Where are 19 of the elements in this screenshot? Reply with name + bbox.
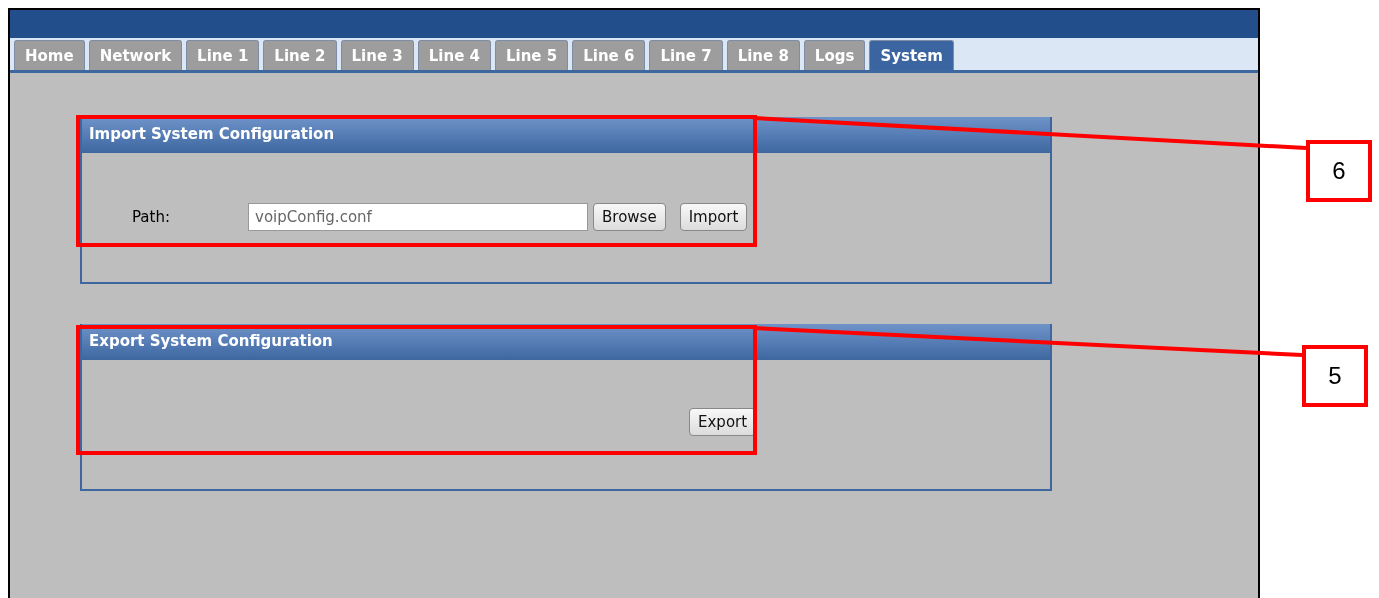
import-button[interactable]: Import — [679, 203, 748, 231]
tab[interactable]: Line 5 — [495, 40, 569, 70]
tab[interactable]: Network — [88, 40, 183, 70]
callout-number: 5 — [1302, 345, 1368, 407]
tab[interactable]: Home — [14, 40, 85, 70]
tab[interactable]: Line 8 — [726, 40, 800, 70]
tab[interactable]: Logs — [803, 40, 866, 70]
tab[interactable]: System — [869, 40, 954, 70]
tab[interactable]: Line 1 — [186, 40, 260, 70]
tab[interactable]: Line 4 — [417, 40, 491, 70]
tab[interactable]: Line 7 — [649, 40, 723, 70]
panel-title: Import System Configuration — [82, 117, 1050, 153]
tab[interactable]: Line 3 — [340, 40, 414, 70]
path-field[interactable]: voipConfig.conf — [248, 203, 588, 231]
tab[interactable]: Line 2 — [263, 40, 337, 70]
callout-number: 6 — [1306, 140, 1372, 202]
browse-button[interactable]: Browse — [593, 203, 666, 231]
path-label: Path: — [132, 208, 171, 226]
tab[interactable]: Line 6 — [572, 40, 646, 70]
